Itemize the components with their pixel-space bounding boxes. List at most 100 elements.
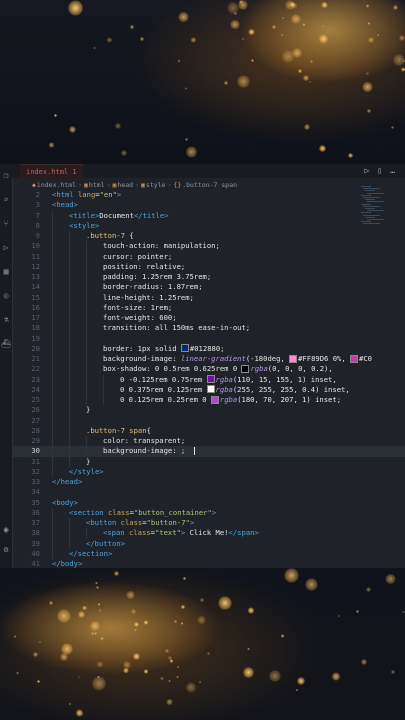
indent-guide: [52, 528, 53, 539]
code-text: <html lang="en">: [52, 190, 121, 200]
breadcrumb-item[interactable]: .button-7 span: [182, 181, 237, 189]
more-icon[interactable]: …: [390, 166, 395, 175]
bokeh-light: [94, 631, 98, 635]
code-area[interactable]: 2 <html lang="en"> 3 <head> 7 <title>Document…: [12, 190, 405, 568]
color-swatch[interactable]: [289, 354, 298, 363]
code-line[interactable]: 15 line-height: 1.25rem;: [12, 292, 405, 303]
bokeh-background-top: [0, 0, 405, 158]
code-line[interactable]: 27: [12, 415, 405, 426]
code-line[interactable]: 39 </button>: [12, 538, 405, 549]
indent-guide: [69, 384, 70, 395]
bokeh-light: [56, 609, 71, 624]
code-line[interactable]: 30 background-image: ;: [12, 446, 405, 457]
code-line[interactable]: 9 .button-7 {: [12, 231, 405, 242]
bokeh-light: [123, 667, 129, 674]
settings-icon[interactable]: ⚙: [1, 544, 11, 554]
code-token: Document: [99, 210, 134, 220]
code-token: font-weight: 600;: [103, 313, 177, 322]
code-line[interactable]: 41 </body>: [12, 559, 405, 568]
files-icon[interactable]: ❐: [1, 170, 11, 180]
code-text: font-size: 1rem;: [103, 303, 172, 313]
bokeh-light: [67, 0, 84, 16]
bokeh-light: [178, 59, 181, 62]
code-line[interactable]: 10 touch-action: manipulation;: [12, 241, 405, 252]
color-swatch[interactable]: [180, 344, 189, 353]
code-line[interactable]: 13 padding: 1.25rem 3.75rem;: [12, 272, 405, 283]
run-icon[interactable]: ▷: [365, 166, 370, 175]
breadcrumb-item[interactable]: style: [146, 181, 166, 189]
tab-index-html[interactable]: index.html 1: [20, 164, 83, 179]
code-line[interactable]: 37 <button class="button-7">: [12, 518, 405, 529]
code-line[interactable]: 28 .button-7 span{: [12, 425, 405, 436]
code-line[interactable]: 29 color: transparent;: [12, 436, 405, 447]
color-swatch[interactable]: [210, 395, 219, 404]
code-token: cursor: pointer;: [103, 251, 173, 261]
code-line[interactable]: 20 border: 1px solid #012880;: [12, 343, 405, 354]
code-token: (0, 0, 0, 0.2),: [267, 364, 333, 374]
bokeh-light: [377, 33, 380, 36]
code-line[interactable]: 14 border-radius: 1.87rem;: [12, 282, 405, 293]
code-token: .button-7 span: [86, 425, 147, 435]
extensions-icon[interactable]: ▦: [1, 266, 11, 276]
code-line[interactable]: 8 <style>: [12, 220, 405, 231]
bokeh-light: [139, 36, 145, 41]
code-line[interactable]: 19: [12, 333, 405, 344]
code-token: background-image:: [103, 354, 181, 363]
indent-guide: [52, 446, 53, 457]
docker-icon[interactable]: ⛴: [1, 338, 11, 348]
code-line[interactable]: 31}: [12, 456, 405, 467]
line-number: 15: [31, 292, 40, 302]
bokeh-light: [54, 114, 57, 117]
indent-guide: [103, 395, 104, 406]
code-line[interactable]: 40 </section>: [12, 548, 405, 559]
code-token: <style>: [69, 220, 100, 230]
bokeh-light: [356, 610, 360, 614]
code-line[interactable]: 34: [12, 487, 405, 497]
run-debug-icon[interactable]: ▷: [1, 242, 11, 252]
code-line[interactable]: 21 background-image: linear-gradient(-180…: [12, 354, 405, 365]
code-token: </title>: [133, 210, 169, 220]
code-line[interactable]: 25 0 0.125rem 0.25rem 0 rgba(180, 70, 207…: [12, 395, 405, 406]
breadcrumb-item[interactable]: head: [117, 181, 133, 189]
code-line[interactable]: 12 position: relative;: [12, 261, 405, 272]
code-text: <button class="button-7">: [86, 518, 194, 528]
code-line[interactable]: 3 <head>: [12, 200, 405, 210]
code-line[interactable]: 2 <html lang="en">: [12, 190, 405, 200]
code-line[interactable]: 33 </head>: [12, 477, 405, 487]
color-swatch[interactable]: [241, 364, 250, 373]
code-token: (255, 255, 255, 0.4) inset,: [232, 384, 350, 394]
breadcrumb-item[interactable]: index.html: [37, 181, 76, 189]
code-line[interactable]: 35 <body>: [12, 498, 405, 508]
bokeh-light: [96, 661, 104, 669]
code-line[interactable]: 32 </style>: [12, 466, 405, 477]
code-line[interactable]: 11 cursor: pointer;: [12, 251, 405, 262]
code-line[interactable]: 17 font-weight: 600;: [12, 313, 405, 324]
code-line[interactable]: 23 0 -0.125rem 0.75rem rgba(110, 15, 155,…: [12, 374, 405, 385]
code-line[interactable]: 36 <section class="button_container">: [12, 507, 405, 518]
color-swatch[interactable]: [206, 375, 215, 383]
code-line[interactable]: 7 <title>Document</title>: [12, 210, 405, 221]
split-editor-icon[interactable]: ▯: [377, 166, 382, 175]
account-icon[interactable]: ◉: [1, 524, 11, 534]
bokeh-light: [75, 709, 84, 717]
code-line[interactable]: 26}: [12, 405, 405, 416]
remote-icon[interactable]: ◎: [1, 290, 11, 300]
color-swatch[interactable]: [206, 385, 215, 394]
code-line[interactable]: 18 transition: all 150ms ease-in-out;: [12, 323, 405, 334]
indent-guide: [69, 364, 70, 375]
breadcrumb-item[interactable]: html: [89, 181, 105, 189]
test-icon[interactable]: ⚗: [1, 314, 11, 324]
code-line[interactable]: 16 font-size: 1rem;: [12, 302, 405, 313]
code-text: .button-7 span{: [86, 426, 151, 436]
code-line[interactable]: 24 0 0.375rem 0.125rem rgba(255, 255, 255…: [12, 384, 405, 395]
code-line[interactable]: 22 box-shadow: 0 0.5rem 0.625rem 0 rgba(0…: [12, 364, 405, 375]
code-line[interactable]: 38 <span class="text"> Click Me!</span>: [12, 528, 405, 539]
color-swatch[interactable]: [350, 354, 359, 363]
search-icon[interactable]: ⌕: [1, 194, 11, 204]
source-control-icon[interactable]: ⑂: [1, 218, 11, 228]
line-number: 10: [31, 241, 40, 251]
code-token: "button_container": [133, 507, 212, 517]
code-token: }: [86, 456, 91, 466]
bokeh-light: [95, 581, 98, 584]
code-token: rgba: [250, 364, 268, 374]
